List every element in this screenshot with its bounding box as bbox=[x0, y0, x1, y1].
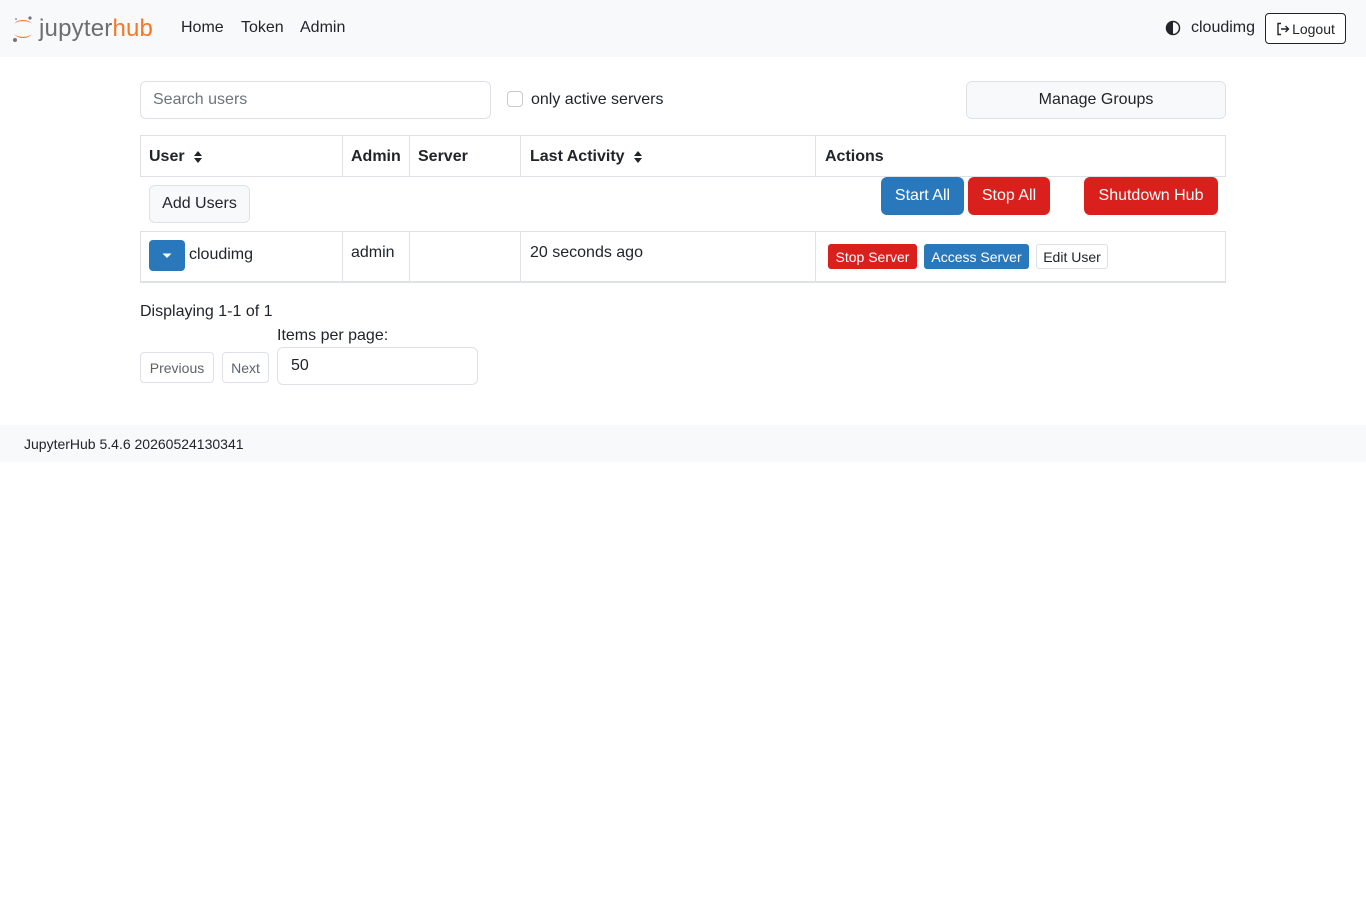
stop-all-button[interactable]: Stop All bbox=[968, 177, 1050, 215]
nav-link-admin[interactable]: Admin bbox=[300, 18, 345, 38]
pagination-status: Displaying 1-1 of 1 bbox=[140, 303, 273, 320]
header-actions: Actions bbox=[825, 148, 884, 165]
logo-jupyter-text: jupyter bbox=[39, 15, 113, 42]
header-admin: Admin bbox=[351, 148, 401, 165]
header-user[interactable]: User bbox=[141, 136, 343, 176]
theme-toggle-icon[interactable] bbox=[1165, 20, 1181, 36]
admin-cell: admin bbox=[351, 244, 395, 261]
bulk-actions-row: Add Users Start All Stop All Shutdown Hu… bbox=[140, 177, 1226, 231]
cell-divider bbox=[520, 232, 521, 282]
navbar: jupyterhub Home Token Admin cloudimg Log… bbox=[0, 0, 1366, 57]
previous-page-button[interactable]: Previous bbox=[140, 352, 214, 383]
active-servers-label[interactable]: only active servers bbox=[531, 90, 664, 110]
logo-hub-text: hub bbox=[112, 15, 154, 42]
header-server: Server bbox=[418, 148, 468, 165]
shutdown-hub-button[interactable]: Shutdown Hub bbox=[1084, 177, 1218, 215]
cell-divider bbox=[815, 232, 816, 282]
caret-down-icon bbox=[162, 253, 172, 258]
add-users-button[interactable]: Add Users bbox=[149, 185, 250, 223]
user-name-cell: cloudimg bbox=[189, 246, 254, 263]
nav-link-token[interactable]: Token bbox=[241, 18, 284, 38]
search-users-input[interactable] bbox=[140, 81, 491, 119]
next-page-button[interactable]: Next bbox=[222, 352, 269, 383]
sort-icon[interactable] bbox=[633, 150, 643, 164]
cell-divider bbox=[409, 232, 410, 282]
access-server-button[interactable]: Access Server bbox=[924, 244, 1029, 269]
last-activity-cell: 20 seconds ago bbox=[530, 244, 643, 261]
start-all-button[interactable]: Start All bbox=[881, 177, 964, 215]
logout-button[interactable]: Logout bbox=[1265, 13, 1346, 44]
jupyter-logo-icon bbox=[13, 16, 32, 42]
header-last-activity[interactable]: Last Activity bbox=[522, 136, 817, 176]
users-table: User Admin Server Last Activity Actions … bbox=[140, 135, 1226, 283]
items-per-page-label: Items per page: bbox=[277, 327, 389, 344]
footer: JupyterHub 5.4.6 20260524130341 bbox=[0, 425, 1366, 462]
table-header-row: User Admin Server Last Activity Actions bbox=[140, 135, 1226, 177]
header-last-activity-label: Last Activity bbox=[530, 148, 625, 165]
jupyterhub-logo[interactable]: jupyterhub bbox=[11, 13, 153, 45]
sign-out-icon bbox=[1277, 22, 1290, 35]
version-text: JupyterHub 5.4.6 20260524130341 bbox=[24, 436, 244, 452]
items-per-page-input[interactable] bbox=[277, 347, 478, 385]
header-divider bbox=[815, 136, 816, 176]
stop-server-button[interactable]: Stop Server bbox=[828, 244, 917, 269]
nav-username: cloudimg bbox=[1191, 19, 1256, 36]
cell-divider bbox=[342, 232, 343, 282]
logout-label: Logout bbox=[1292, 20, 1335, 37]
edit-user-button[interactable]: Edit User bbox=[1036, 244, 1108, 269]
active-servers-checkbox[interactable] bbox=[507, 91, 523, 107]
expand-user-button[interactable] bbox=[149, 240, 185, 271]
logo-wordmark: jupyterhub bbox=[39, 17, 153, 41]
manage-groups-button[interactable]: Manage Groups bbox=[966, 81, 1226, 119]
nav-link-home[interactable]: Home bbox=[181, 18, 224, 38]
sort-icon[interactable] bbox=[193, 150, 203, 164]
header-divider bbox=[520, 136, 521, 176]
header-user-label: User bbox=[149, 148, 185, 165]
table-row: cloudimg admin 20 seconds ago Stop Serve… bbox=[140, 231, 1226, 283]
